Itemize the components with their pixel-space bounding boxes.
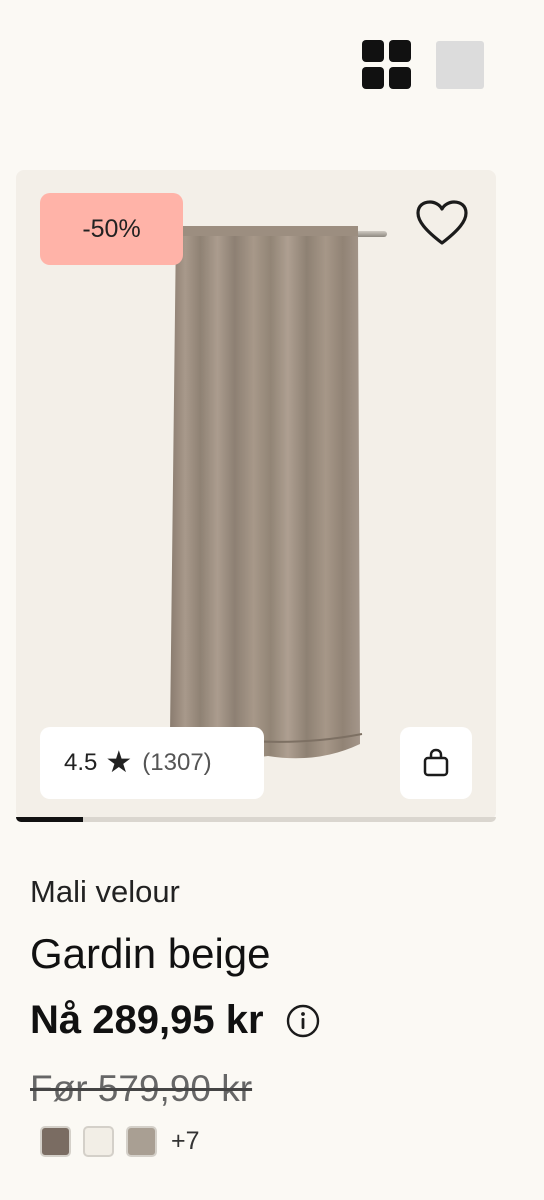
current-price: Nå 289,95 kr: [30, 998, 264, 1042]
original-price: Før 579,90 kr: [30, 1068, 253, 1109]
image-carousel-progress: [16, 817, 496, 822]
price-info-button[interactable]: [286, 1004, 320, 1038]
product-brand[interactable]: Mali velour: [30, 874, 180, 910]
color-swatch-off-white[interactable]: [83, 1126, 114, 1157]
add-to-cart-button[interactable]: [400, 727, 472, 799]
discount-badge: -50%: [40, 193, 183, 265]
grid-cell: [389, 67, 411, 89]
review-count: (1307): [142, 749, 212, 776]
star-icon: ★: [105, 746, 133, 779]
progress-fill: [16, 817, 84, 822]
discount-badge-text: -50%: [82, 214, 141, 243]
grid-cell: [362, 67, 384, 89]
color-swatches: +7: [40, 1126, 200, 1157]
product-title[interactable]: Gardin beige: [30, 930, 271, 978]
view-toggle: [362, 40, 484, 90]
grid-cell: [389, 40, 411, 62]
rating-badge[interactable]: 4.5 ★ (1307): [40, 727, 264, 799]
color-swatch-taupe[interactable]: [126, 1126, 157, 1157]
price-row: Nå 289,95 kr: [30, 998, 320, 1043]
more-colors-link[interactable]: +7: [171, 1127, 200, 1156]
single-view-icon[interactable]: [436, 41, 484, 89]
info-icon: [286, 1004, 319, 1037]
color-swatch-brown[interactable]: [40, 1126, 71, 1157]
rating-value: 4.5: [64, 749, 98, 776]
product-image[interactable]: [168, 224, 366, 769]
heart-icon: [416, 200, 468, 245]
favorite-button[interactable]: [410, 193, 474, 253]
grid-view-icon[interactable]: [362, 40, 412, 90]
shopping-bag-icon: [423, 748, 449, 777]
grid-cell: [362, 40, 384, 62]
